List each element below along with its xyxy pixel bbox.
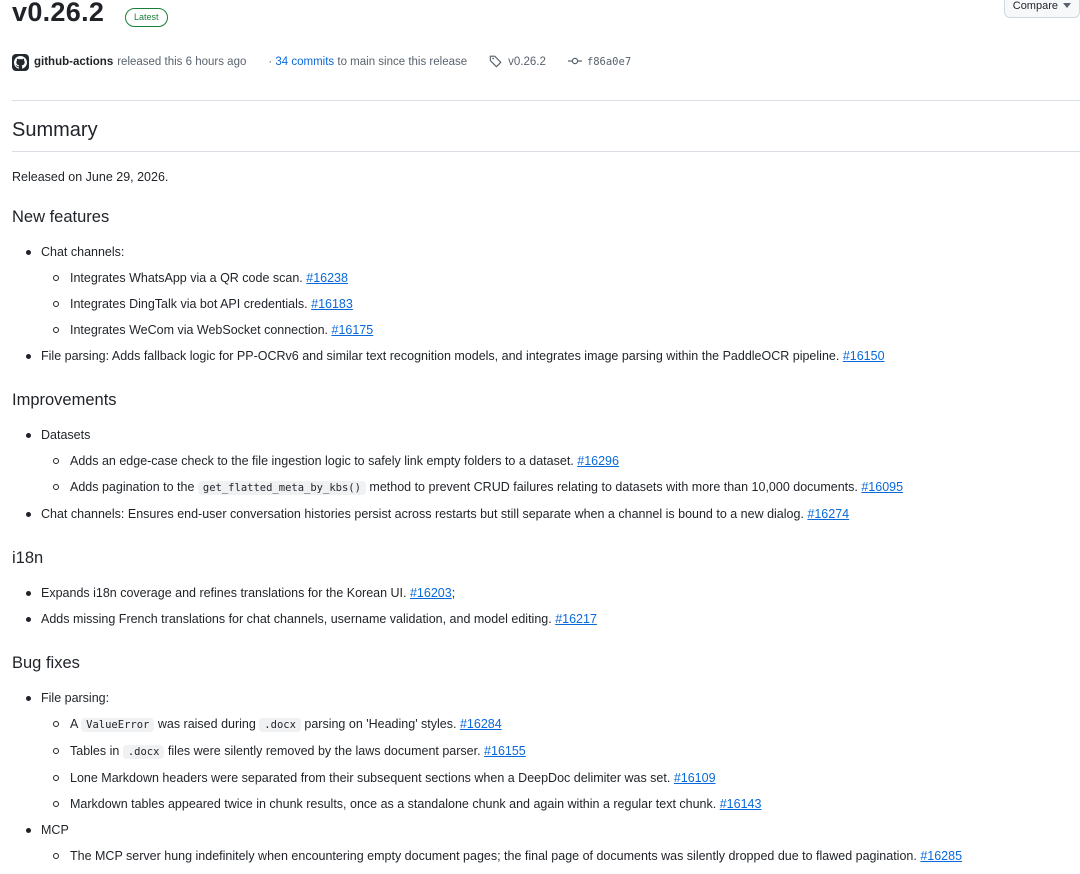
pr-link[interactable]: #16155 bbox=[484, 744, 526, 758]
compare-label: Compare bbox=[1012, 0, 1058, 12]
github-logo-icon[interactable] bbox=[12, 53, 29, 71]
release-notes: Summary Released on June 29, 2026. New f… bbox=[12, 116, 1080, 867]
pr-link[interactable]: #16285 bbox=[920, 849, 962, 863]
tag-link[interactable]: v0.26.2 bbox=[489, 54, 546, 71]
pr-link[interactable]: #16150 bbox=[843, 349, 885, 363]
list-item: Integrates WeCom via WebSocket connectio… bbox=[41, 317, 1080, 343]
pr-link[interactable]: #16274 bbox=[807, 507, 849, 521]
divider bbox=[12, 100, 1080, 101]
i18n-list: Expands i18n coverage and refines transl… bbox=[12, 580, 1080, 632]
commits-link[interactable]: 34 commits bbox=[275, 56, 334, 68]
pr-link[interactable]: #16296 bbox=[577, 454, 619, 468]
bug-fixes-heading: Bug fixes bbox=[12, 654, 80, 672]
datasets-sublist: Adds an edge-case check to the file inge… bbox=[41, 448, 1080, 501]
pr-link[interactable]: #16095 bbox=[861, 480, 903, 494]
inline-code: get_flatted_meta_by_kbs() bbox=[197, 481, 366, 495]
list-item: Integrates DingTalk via bot API credenti… bbox=[41, 291, 1080, 317]
new-features-list: Chat channels: Integrates WhatsApp via a… bbox=[12, 239, 1080, 369]
summary-heading: Summary bbox=[12, 116, 1080, 152]
git-commit-icon bbox=[567, 54, 582, 71]
pr-link[interactable]: #16284 bbox=[460, 717, 502, 731]
inline-code: .docx bbox=[259, 718, 301, 732]
release-meta: github-actions released this 6 hours ago… bbox=[12, 53, 631, 71]
inline-code: .docx bbox=[122, 745, 165, 759]
pr-link[interactable]: #16183 bbox=[311, 297, 353, 311]
list-item: MCP The MCP server hung indefinitely whe… bbox=[12, 817, 1080, 867]
list-item: Integrates WhatsApp via a QR code scan. … bbox=[41, 265, 1080, 291]
mcp-sublist: The MCP server hung indefinitely when en… bbox=[41, 843, 1080, 867]
release-title: v0.26.2 bbox=[12, 0, 105, 27]
list-item: Adds an edge-case check to the file inge… bbox=[41, 448, 1080, 474]
pr-link[interactable]: #16175 bbox=[332, 323, 374, 337]
list-item: Expands i18n coverage and refines transl… bbox=[12, 580, 1080, 606]
commit-link[interactable]: f86a0e7 bbox=[567, 54, 632, 71]
tag-icon bbox=[489, 54, 503, 71]
pr-link[interactable]: #16217 bbox=[555, 612, 597, 626]
list-item: A ValueError was raised during .docx par… bbox=[41, 711, 1080, 738]
list-item: File parsing: Adds fallback logic for PP… bbox=[12, 343, 1080, 369]
chat-channels-sublist: Integrates WhatsApp via a QR code scan. … bbox=[41, 265, 1080, 343]
tag-label: v0.26.2 bbox=[508, 56, 546, 68]
commit-sha: f86a0e7 bbox=[586, 56, 632, 68]
latest-badge: Latest bbox=[125, 8, 168, 27]
commits-text: to main since this release bbox=[337, 56, 468, 68]
list-item: Tables in .docx files were silently remo… bbox=[41, 738, 1080, 765]
compare-button[interactable]: Compare bbox=[1003, 0, 1080, 18]
released-on-text: Released on June 29, 2026. bbox=[12, 170, 169, 184]
file-parsing-sublist: A ValueError was raised during .docx par… bbox=[41, 711, 1080, 817]
improvements-list: Datasets Adds an edge-case check to the … bbox=[12, 422, 1080, 527]
release-author[interactable]: github-actions bbox=[34, 56, 113, 68]
bug-fixes-list: File parsing: A ValueError was raised du… bbox=[12, 685, 1080, 867]
list-item: Chat channels: Integrates WhatsApp via a… bbox=[12, 239, 1080, 343]
list-item: File parsing: A ValueError was raised du… bbox=[12, 685, 1080, 817]
list-item: The MCP server hung indefinitely when en… bbox=[41, 843, 1080, 867]
release-time: released this 6 hours ago bbox=[117, 56, 247, 68]
improvements-heading: Improvements bbox=[12, 391, 117, 409]
list-item: Datasets Adds an edge-case check to the … bbox=[12, 422, 1080, 501]
list-item: Chat channels: Ensures end-user conversa… bbox=[12, 501, 1080, 527]
inline-code: ValueError bbox=[81, 718, 155, 732]
list-item: Adds pagination to the get_flatted_meta_… bbox=[41, 474, 1080, 501]
list-item: Markdown tables appeared twice in chunk … bbox=[41, 791, 1080, 817]
pr-link[interactable]: #16143 bbox=[720, 797, 762, 811]
triangle-down-icon bbox=[1063, 0, 1071, 17]
commits-info: · 34 commits to main since this release bbox=[268, 56, 468, 68]
new-features-heading: New features bbox=[12, 208, 110, 226]
pr-link[interactable]: #16238 bbox=[306, 271, 348, 285]
pr-link[interactable]: #16203 bbox=[410, 586, 452, 600]
list-item: Adds missing French translations for cha… bbox=[12, 606, 1080, 632]
pr-link[interactable]: #16109 bbox=[674, 771, 716, 785]
list-item: Lone Markdown headers were separated fro… bbox=[41, 765, 1080, 791]
i18n-heading: i18n bbox=[12, 549, 44, 567]
